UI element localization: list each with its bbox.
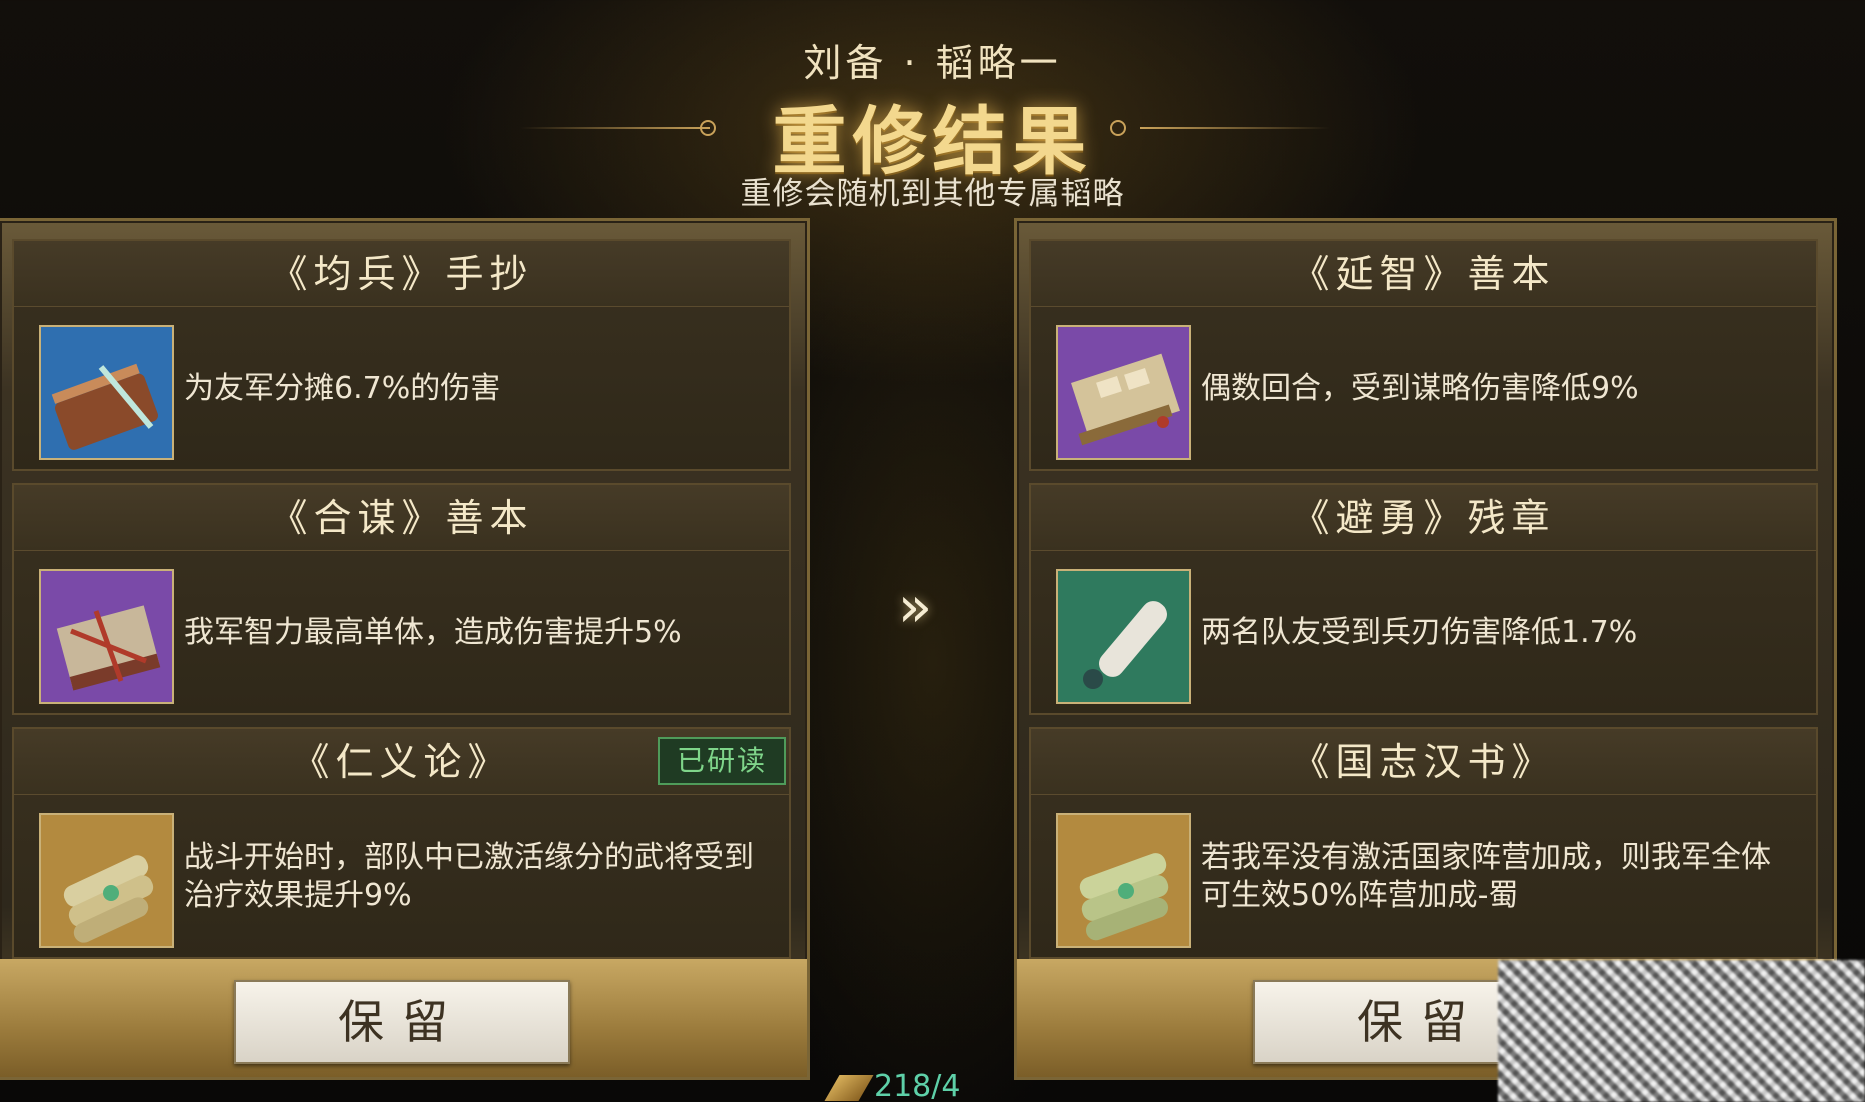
currency-icon — [824, 1074, 874, 1101]
old-strategy-panel: 《均兵》手抄 为友军分摊6.7%的伤害 《合谋》善本 我军智力最高单体，造成伤害… — [0, 218, 810, 1080]
strategy-card-description: 我军智力最高单体，造成伤害提升5% — [184, 615, 682, 650]
strategy-card-title: 《避勇》残章 — [1031, 485, 1816, 551]
paper-roll-icon — [1056, 569, 1191, 704]
strategy-card-description: 偶数回合，受到谋略伤害降低9% — [1201, 371, 1639, 406]
result-header: 刘备 · 韬略一 重修结果 重修会随机到其他专属韬略 — [0, 0, 1865, 225]
strategy-card-title: 《均兵》手抄 — [14, 241, 789, 307]
strategy-card-new-2[interactable]: 《避勇》残章 两名队友受到兵刃伤害降低1.7% — [1029, 483, 1818, 715]
strategy-card-description: 为友军分摊6.7%的伤害 — [184, 371, 501, 406]
scroll-bundle-icon — [39, 813, 174, 948]
strategy-card-old-3[interactable]: 《仁义论》 已研读 战斗开始时，部队中已激活缘分的武将受到治疗效果提升9% — [12, 727, 791, 959]
compare-arrow-icon: » — [897, 575, 933, 640]
strategy-card-description: 若我军没有激活国家阵营加成，则我军全体可生效50%阵营加成-蜀 — [1201, 840, 1771, 913]
strategy-card-title: 《合谋》善本 — [14, 485, 789, 551]
strategy-card-new-1[interactable]: 《延智》善本 偶数回合，受到谋略伤害降低9% — [1029, 239, 1818, 471]
strategy-card-description: 两名队友受到兵刃伤害降低1.7% — [1201, 615, 1638, 650]
book-scroll-icon — [1056, 325, 1191, 460]
watermark-overlay — [1498, 960, 1865, 1102]
studied-badge: 已研读 — [658, 737, 786, 785]
currency-value: 218/4 — [874, 1069, 961, 1102]
hero-strategy-subtitle: 刘备 · 韬略一 — [803, 41, 1062, 85]
strategy-card-description: 战斗开始时，部队中已激活缘分的武将受到治疗效果提升9% — [184, 840, 754, 913]
strategy-card-new-3[interactable]: 《国志汉书》 若我军没有激活国家阵营加成，则我军全体可生效50%阵营加成-蜀 — [1029, 727, 1818, 959]
scroll-bundle-icon — [1056, 813, 1191, 948]
bamboo-scroll-icon — [39, 325, 174, 460]
strategy-card-title: 《延智》善本 — [1031, 241, 1816, 307]
new-strategy-panel: 《延智》善本 偶数回合，受到谋略伤害降低9% 《避勇》残章 两名队友受到兵刃伤害… — [1014, 218, 1837, 1080]
tied-books-icon — [39, 569, 174, 704]
strategy-card-old-2[interactable]: 《合谋》善本 我军智力最高单体，造成伤害提升5% — [12, 483, 791, 715]
keep-old-button[interactable]: 保留 — [234, 980, 570, 1064]
strategy-card-title: 《国志汉书》 — [1031, 729, 1816, 795]
strategy-card-old-1[interactable]: 《均兵》手抄 为友军分摊6.7%的伤害 — [12, 239, 791, 471]
currency-display: 218/4 — [824, 1069, 961, 1102]
retrain-hint: 重修会随机到其他专属韬略 — [740, 176, 1125, 212]
